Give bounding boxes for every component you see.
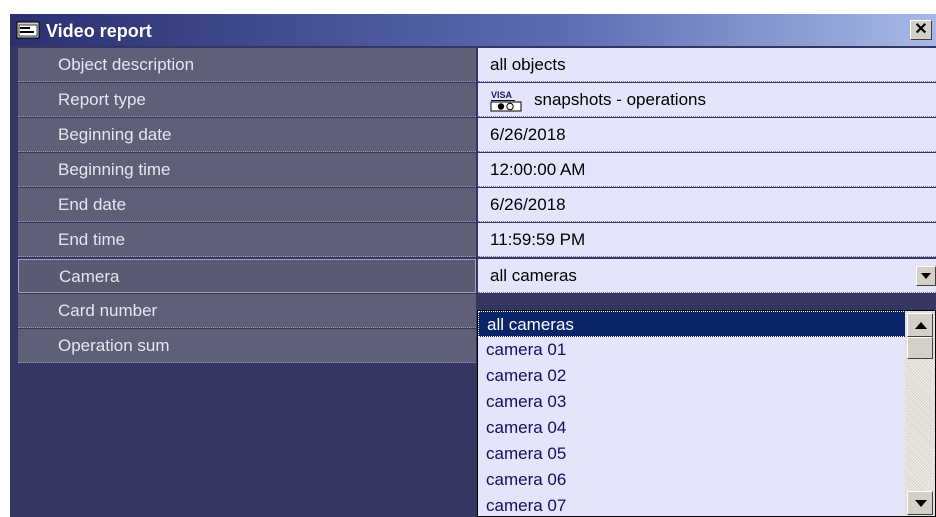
- svg-text:VISA: VISA: [491, 90, 513, 100]
- scroll-up-button[interactable]: [907, 313, 933, 337]
- dropdown-arrow-button[interactable]: [916, 266, 936, 286]
- row-report-type[interactable]: Report type VISA snapshots - operations: [18, 83, 936, 118]
- title-bar[interactable]: Video report ✕: [10, 14, 936, 46]
- row-beginning-time[interactable]: Beginning time 12:00:00 AM: [18, 153, 936, 188]
- dropdown-option[interactable]: camera 01: [478, 337, 906, 363]
- property-value-report-type[interactable]: VISA snapshots - operations: [478, 83, 936, 117]
- property-label: End date: [18, 188, 476, 222]
- dropdown-option[interactable]: camera 05: [478, 441, 906, 467]
- property-label: Card number: [18, 294, 476, 328]
- dropdown-option[interactable]: camera 06: [478, 467, 906, 493]
- close-icon: ✕: [914, 21, 928, 38]
- dropdown-scrollbar[interactable]: [905, 311, 935, 516]
- property-value[interactable]: 6/26/2018: [478, 118, 936, 152]
- property-label: Beginning time: [18, 153, 476, 187]
- property-value[interactable]: all objects: [478, 48, 936, 82]
- report-type-text: snapshots - operations: [534, 90, 706, 109]
- close-button[interactable]: ✕: [910, 20, 932, 40]
- dropdown-option[interactable]: camera 04: [478, 415, 906, 441]
- property-label: Report type: [18, 83, 476, 117]
- dropdown-option[interactable]: camera 03: [478, 389, 906, 415]
- window-title: Video report: [46, 21, 152, 41]
- property-label: Camera: [18, 259, 476, 293]
- camera-dropdown-list[interactable]: all cameras camera 01 camera 02 camera 0…: [477, 310, 936, 517]
- row-object-description[interactable]: Object description all objects: [18, 48, 936, 83]
- scroll-thumb[interactable]: [907, 337, 933, 359]
- scroll-down-button[interactable]: [907, 491, 933, 515]
- camera-select[interactable]: all cameras: [478, 259, 936, 293]
- dropdown-option[interactable]: camera 07: [478, 493, 906, 516]
- row-beginning-date[interactable]: Beginning date 6/26/2018: [18, 118, 936, 153]
- property-value[interactable]: 11:59:59 PM: [478, 223, 936, 257]
- row-camera[interactable]: Camera all cameras: [18, 259, 936, 294]
- property-label: Operation sum: [18, 329, 476, 363]
- row-end-date[interactable]: End date 6/26/2018: [18, 188, 936, 223]
- dropdown-option[interactable]: all cameras: [478, 311, 906, 337]
- camera-select-value: all cameras: [490, 266, 577, 285]
- property-value[interactable]: 6/26/2018: [478, 188, 936, 222]
- visa-card-icon: VISA: [490, 90, 522, 112]
- property-label: End time: [18, 223, 476, 257]
- property-value[interactable]: 12:00:00 AM: [478, 153, 936, 187]
- dropdown-option[interactable]: camera 02: [478, 363, 906, 389]
- report-window-icon: [16, 21, 40, 39]
- property-label: Object description: [18, 48, 476, 82]
- property-label: Beginning date: [18, 118, 476, 152]
- row-end-time[interactable]: End time 11:59:59 PM: [18, 223, 936, 258]
